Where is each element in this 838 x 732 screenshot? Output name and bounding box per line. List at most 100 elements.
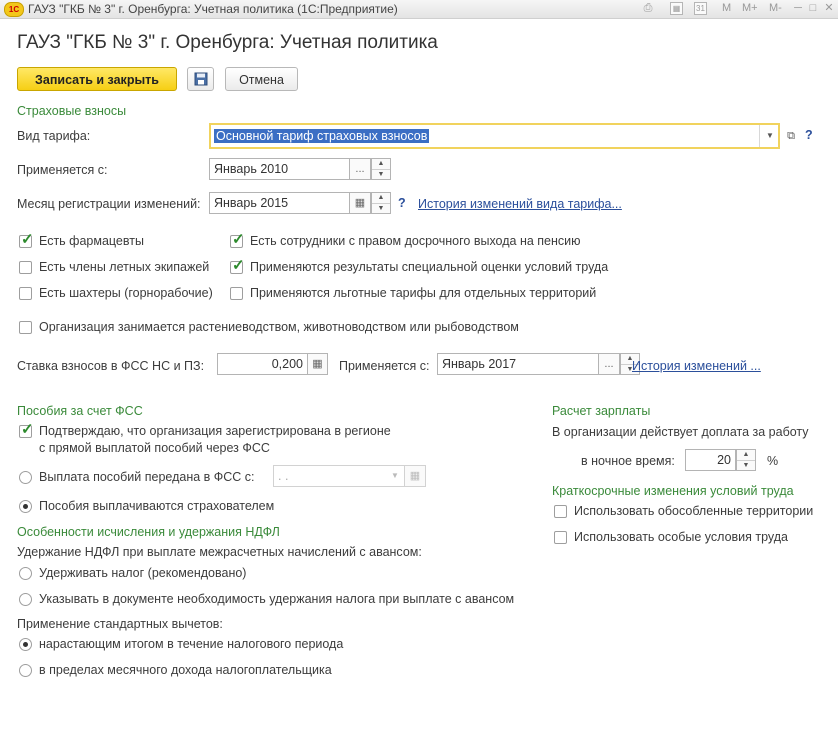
close-icon[interactable]: ✕ — [822, 2, 836, 15]
spin-down-icon[interactable]: ▼ — [737, 461, 755, 471]
memory-m-button[interactable]: M — [722, 2, 731, 14]
radio-benefits-insurer-label: Пособия выплачиваются страхователем — [39, 499, 275, 513]
calendar-icon[interactable]: ▦ — [404, 465, 426, 487]
cancel-button[interactable]: Отмена — [225, 67, 298, 91]
checkbox-miners[interactable] — [19, 287, 32, 300]
app-logo-icon: 1С — [4, 2, 24, 17]
calendar-icon[interactable]: ▦ — [349, 192, 371, 214]
applies-input[interactable]: Январь 2010 — [209, 158, 350, 180]
fss-rate-input[interactable]: 0,200 — [217, 353, 308, 375]
memory-m-minus-button[interactable]: M- — [769, 2, 782, 14]
fss-applies-input[interactable]: Январь 2017 — [437, 353, 599, 375]
spin-down-icon[interactable]: ▼ — [372, 170, 390, 180]
divider — [759, 125, 760, 147]
tariff-history-link[interactable]: История изменений вида тарифа... — [418, 197, 622, 211]
shortterm-section-title: Краткосрочные изменения условий труда — [552, 484, 794, 498]
dropdown-chevron-icon[interactable]: ▼ — [386, 466, 404, 486]
checkbox-confirm-region[interactable]: ✓ — [19, 421, 34, 438]
checkbox-flight-crew-label: Есть члены летных экипажей — [39, 260, 210, 274]
checkbox-separate-territories[interactable] — [554, 505, 567, 518]
fss-applies-select-button[interactable]: ... — [598, 353, 620, 375]
reg-month-label: Месяц регистрации изменений: — [17, 197, 201, 211]
tariff-select[interactable]: Основной тариф страховых взносов — [209, 123, 780, 149]
radio-cumulative-deductions[interactable] — [19, 638, 32, 651]
percent-sign: % — [767, 454, 779, 468]
checkbox-early-pension-label: Есть сотрудники с правом досрочного выхо… — [250, 234, 581, 248]
fss-rate-label: Ставка взносов в ФСС НС и ПЗ: — [17, 359, 205, 373]
checkbox-special-conditions[interactable] — [554, 531, 567, 544]
checkbox-preferential-tariffs-label: Применяются льготные тарифы для отдельны… — [250, 286, 597, 300]
checkbox-special-assessment-label: Применяются результаты специальной оценк… — [250, 260, 609, 274]
radio-benefits-transferred[interactable] — [19, 471, 32, 484]
open-form-icon[interactable]: ⧉ — [784, 127, 798, 145]
reg-month-spinner[interactable]: ▲ ▼ — [371, 192, 391, 214]
radio-specify-in-document[interactable] — [19, 593, 32, 606]
radio-withhold-tax[interactable] — [19, 567, 32, 580]
confirm-region-label-line2: с прямой выплатой пособий через ФСС — [39, 441, 270, 455]
window-titlebar: 1С ГАУЗ "ГКБ № 3" г. Оренбурга: Учетная … — [0, 0, 838, 19]
radio-benefits-transferred-label: Выплата пособий передана в ФСС с: — [39, 470, 255, 484]
save-button[interactable] — [187, 67, 214, 91]
checkbox-agriculture[interactable] — [19, 321, 32, 334]
checkbox-agriculture-label: Организация занимается растениеводством,… — [39, 320, 519, 334]
checkmark-icon: ✓ — [232, 231, 245, 248]
confirm-region-label-line1: Подтверждаю, что организация зарегистрир… — [39, 424, 391, 438]
night-work-label-line2: в ночное время: — [581, 454, 675, 468]
insurance-section-title: Страховые взносы — [17, 104, 127, 118]
radio-dot — [23, 642, 28, 647]
spin-down-icon[interactable]: ▼ — [372, 204, 390, 214]
checkbox-early-pension[interactable]: ✓ — [230, 231, 245, 248]
checkbox-flight-crew[interactable] — [19, 261, 32, 274]
applies-select-button[interactable]: ... — [349, 158, 371, 180]
save-close-button[interactable]: Записать и закрыть — [17, 67, 177, 91]
window-title: ГАУЗ "ГКБ № 3" г. Оренбурга: Учетная пол… — [28, 2, 398, 16]
checkbox-pharmacists-label: Есть фармацевты — [39, 234, 144, 248]
page-title: ГАУЗ "ГКБ № 3" г. Оренбурга: Учетная пол… — [17, 32, 438, 53]
reg-month-help-icon[interactable]: ? — [398, 196, 406, 210]
tariff-help-icon[interactable]: ? — [805, 128, 813, 142]
salary-section-title: Расчет зарплаты — [552, 404, 651, 418]
calendar-icon[interactable]: 31 — [694, 2, 707, 15]
checkbox-separate-territories-label: Использовать обособленные территории — [574, 504, 814, 518]
applies-spinner[interactable]: ▲ ▼ — [371, 158, 391, 180]
radio-monthly-deductions[interactable] — [19, 664, 32, 677]
ndfl-withholding-label: Удержание НДФЛ при выплате межрасчетных … — [17, 545, 422, 559]
radio-withhold-tax-label: Удерживать налог (рекомендовано) — [39, 566, 247, 580]
spin-up-icon[interactable]: ▲ — [372, 159, 390, 170]
spin-up-icon[interactable]: ▲ — [737, 450, 755, 461]
applies-label: Применяется с: — [17, 163, 108, 177]
calculator-icon[interactable]: ▦ — [670, 2, 683, 15]
radio-cumulative-deductions-label: нарастающим итогом в течение налогового … — [39, 637, 344, 651]
checkbox-special-conditions-label: Использовать особые условия труда — [574, 530, 789, 544]
memory-m-plus-button[interactable]: M+ — [742, 2, 758, 14]
checkmark-icon: ✓ — [21, 421, 34, 438]
night-work-percent-input[interactable]: 20 — [685, 449, 736, 471]
radio-monthly-deductions-label: в пределах месячного дохода налогоплател… — [39, 663, 332, 677]
radio-dot — [23, 504, 28, 509]
tariff-value: Основной тариф страховых взносов — [214, 129, 430, 143]
printer-icon[interactable]: ⎙ — [641, 2, 655, 15]
ndfl-section-title: Особенности исчисления и удержания НДФЛ — [17, 525, 280, 539]
floppy-disk-icon — [194, 72, 207, 86]
radio-specify-in-document-label: Указывать в документе необходимость удер… — [39, 592, 515, 606]
spin-up-icon[interactable]: ▲ — [372, 193, 390, 204]
calculator-icon[interactable]: ▦ — [307, 353, 328, 375]
radio-benefits-insurer[interactable] — [19, 500, 32, 513]
minimize-icon[interactable]: ─ — [791, 2, 805, 15]
checkbox-preferential-tariffs[interactable] — [230, 287, 243, 300]
dropdown-chevron-icon[interactable]: ▼ — [762, 127, 778, 145]
fss-history-link[interactable]: История изменений ... — [632, 359, 761, 373]
deductions-label: Применение стандартных вычетов: — [17, 617, 223, 631]
checkmark-icon: ✓ — [21, 231, 34, 248]
checkmark-icon: ✓ — [232, 257, 245, 274]
checkbox-miners-label: Есть шахтеры (горнорабочие) — [39, 286, 213, 300]
tariff-label: Вид тарифа: — [17, 129, 91, 143]
maximize-icon[interactable]: □ — [806, 2, 820, 15]
night-work-label-line1: В организации действует доплата за работ… — [552, 425, 809, 439]
night-work-spinner[interactable]: ▲ ▼ — [736, 449, 756, 471]
benefits-section-title: Пособия за счет ФСС — [17, 404, 143, 418]
checkbox-pharmacists[interactable]: ✓ — [19, 231, 34, 248]
fss-applies-label: Применяется с: — [339, 359, 430, 373]
checkbox-special-assessment[interactable]: ✓ — [230, 257, 245, 274]
reg-month-input[interactable]: Январь 2015 — [209, 192, 350, 214]
